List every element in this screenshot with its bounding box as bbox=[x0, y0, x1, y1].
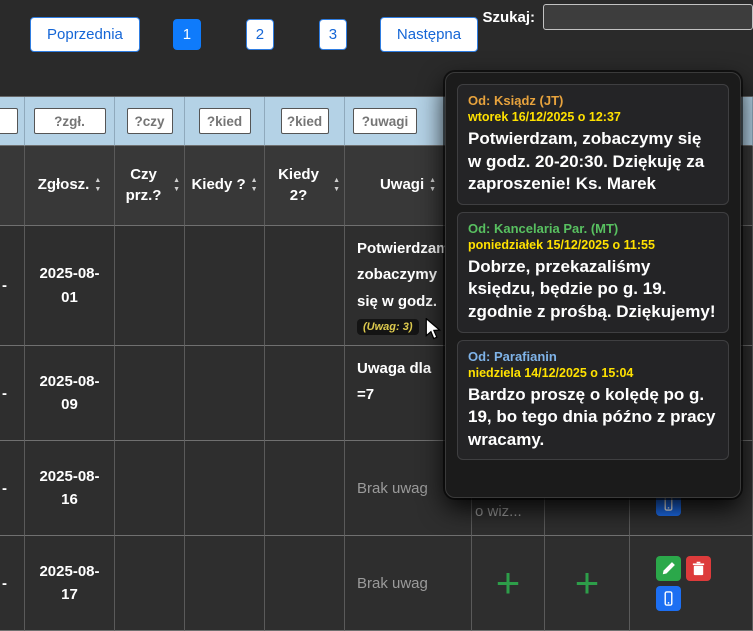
column-header-label: Kiedy 2? bbox=[269, 165, 328, 206]
column-header-label: Kiedy ? bbox=[191, 175, 245, 195]
filter-cell-kiedy bbox=[185, 97, 265, 146]
sort-icon: ▲▼ bbox=[251, 177, 258, 193]
column-header-label: Zgłosz. bbox=[38, 175, 90, 195]
czy-cell bbox=[115, 536, 185, 631]
message-date: niedziela 14/12/2025 o 15:04 bbox=[468, 366, 718, 380]
add-button[interactable]: + bbox=[575, 562, 600, 604]
delete-button[interactable] bbox=[686, 556, 711, 581]
filter-input-kiedy2[interactable] bbox=[281, 108, 329, 134]
filter-input-zglosz[interactable] bbox=[34, 108, 106, 134]
column-header-label: Czy prz.? bbox=[119, 165, 168, 206]
kiedy-cell bbox=[185, 441, 265, 536]
phone-button[interactable] bbox=[656, 586, 681, 611]
message-text: Potwierdzam, zobaczymy się w godz. 20-20… bbox=[468, 128, 718, 196]
page-button-2[interactable]: 2 bbox=[246, 19, 274, 50]
table-row: - 2025-08-17 Brak uwag + + bbox=[0, 536, 753, 631]
prev-page-button[interactable]: Poprzednia bbox=[30, 17, 140, 52]
date-cell: 2025-08-17 bbox=[25, 536, 115, 631]
kiedy-cell bbox=[185, 226, 265, 346]
sort-icon: ▲▼ bbox=[173, 177, 180, 193]
uwagi-text: Potwierdzam, zobaczymy się w godz. bbox=[357, 236, 445, 315]
filter-input-uwagi[interactable] bbox=[353, 108, 417, 134]
column-header-czy[interactable]: Czy prz.? ▲▼ bbox=[115, 146, 185, 226]
add-cell: + bbox=[472, 536, 545, 631]
phone-icon bbox=[661, 591, 676, 606]
column-header-zglosz[interactable]: Zgłosz. ▲▼ bbox=[25, 146, 115, 226]
message-date: poniedziałek 15/12/2025 o 11:55 bbox=[468, 238, 718, 252]
page-button-3[interactable]: 3 bbox=[319, 19, 347, 50]
filter-cell-id bbox=[0, 97, 25, 146]
kiedy2-cell bbox=[265, 346, 345, 441]
filter-input-id[interactable] bbox=[0, 108, 18, 134]
date-cell: 2025-08-16 bbox=[25, 441, 115, 536]
date-cell: 2025-08-01 bbox=[25, 226, 115, 346]
add-cell: + bbox=[545, 536, 630, 631]
search-label: Szukaj: bbox=[482, 9, 535, 26]
uwagi-cell: Brak uwag bbox=[345, 536, 472, 631]
add-button[interactable]: + bbox=[496, 562, 521, 604]
czy-cell bbox=[115, 441, 185, 536]
kiedy2-cell bbox=[265, 441, 345, 536]
column-header-label: Uwagi bbox=[380, 175, 424, 195]
column-header-kiedy2[interactable]: Kiedy 2? ▲▼ bbox=[265, 146, 345, 226]
uwagi-text: Uwaga dla =7 bbox=[357, 356, 445, 409]
column-header-id[interactable] bbox=[0, 146, 25, 226]
sort-icon: ▲▼ bbox=[94, 177, 101, 193]
next-page-button[interactable]: Następna bbox=[380, 17, 478, 52]
kiedy-cell bbox=[185, 536, 265, 631]
sort-icon: ▲▼ bbox=[333, 177, 340, 193]
pencil-icon bbox=[661, 561, 676, 576]
uwagi-count-badge[interactable]: (Uwag: 3) bbox=[357, 319, 419, 335]
filter-cell-zglosz bbox=[25, 97, 115, 146]
filter-cell-czy bbox=[115, 97, 185, 146]
row-actions bbox=[656, 556, 712, 611]
row-id-cell: - bbox=[0, 346, 25, 441]
uwagi-text: Brak uwag bbox=[357, 575, 428, 592]
message-sender: Od: Ksiądz (JT) bbox=[468, 93, 718, 108]
date-cell: 2025-08-09 bbox=[25, 346, 115, 441]
message-text: Dobrze, przekazaliśmy księdzu, będzie po… bbox=[468, 256, 718, 324]
filter-input-kiedy[interactable] bbox=[199, 108, 251, 134]
kiedy-cell bbox=[185, 346, 265, 441]
sort-icon: ▲▼ bbox=[429, 177, 436, 193]
kiedy2-cell bbox=[265, 226, 345, 346]
page-buttons: 1 2 3 bbox=[173, 19, 347, 50]
column-header-kiedy[interactable]: Kiedy ? ▲▼ bbox=[185, 146, 265, 226]
row-id-cell: - bbox=[0, 441, 25, 536]
message-card: Od: Parafianin niedziela 14/12/2025 o 15… bbox=[457, 340, 729, 461]
search-box: Szukaj: bbox=[482, 4, 753, 30]
czy-cell bbox=[115, 346, 185, 441]
message-date: wtorek 16/12/2025 o 12:37 bbox=[468, 110, 718, 124]
message-text: Bardzo proszę o kolędę po g. 19, bo tego… bbox=[468, 384, 718, 452]
message-sender: Od: Parafianin bbox=[468, 349, 718, 364]
search-input[interactable] bbox=[543, 4, 753, 30]
uwagi2-text-fragment: o wiz... bbox=[475, 503, 522, 520]
actions-cell bbox=[630, 536, 753, 631]
kiedy2-cell bbox=[265, 536, 345, 631]
row-id-cell: - bbox=[0, 536, 25, 631]
pagination: Poprzednia 1 2 3 Następna bbox=[30, 17, 478, 52]
czy-cell bbox=[115, 226, 185, 346]
uwagi-text: Brak uwag bbox=[357, 480, 428, 497]
edit-button[interactable] bbox=[656, 556, 681, 581]
filter-cell-kiedy2 bbox=[265, 97, 345, 146]
message-card: Od: Ksiądz (JT) wtorek 16/12/2025 o 12:3… bbox=[457, 84, 729, 205]
page-button-1[interactable]: 1 bbox=[173, 19, 201, 50]
row-id-cell: - bbox=[0, 226, 25, 346]
message-sender: Od: Kancelaria Par. (MT) bbox=[468, 221, 718, 236]
trash-icon bbox=[691, 561, 706, 576]
messages-popup: Od: Ksiądz (JT) wtorek 16/12/2025 o 12:3… bbox=[445, 72, 741, 498]
filter-input-czy[interactable] bbox=[127, 108, 173, 134]
message-card: Od: Kancelaria Par. (MT) poniedziałek 15… bbox=[457, 212, 729, 333]
